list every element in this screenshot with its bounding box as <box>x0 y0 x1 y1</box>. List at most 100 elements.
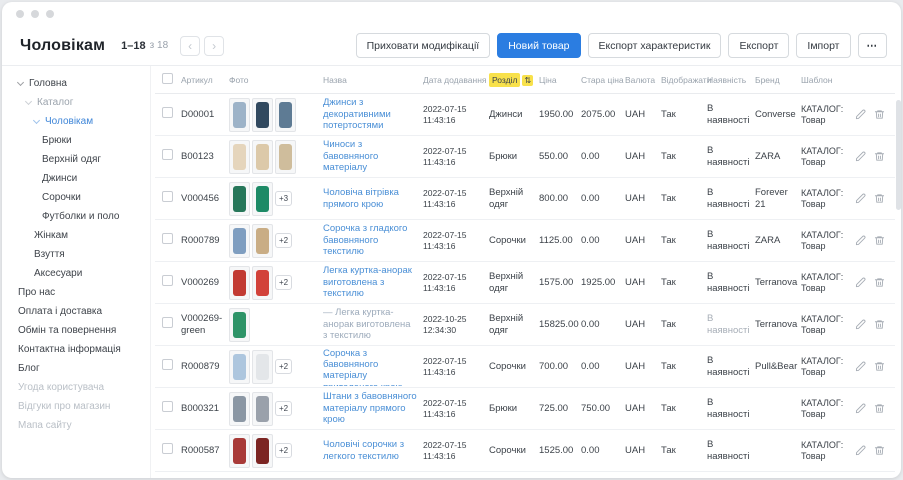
photo-thumbnail[interactable] <box>229 266 250 300</box>
sidebar-item-aksesuary[interactable]: Аксесуари <box>2 264 150 283</box>
more-photos-badge[interactable]: +3 <box>275 191 292 206</box>
photo-thumbnail[interactable] <box>229 182 250 216</box>
column-header-наявність[interactable]: Наявність <box>707 75 753 85</box>
delete-button[interactable] <box>874 277 885 288</box>
photo-thumbnail[interactable] <box>229 224 250 258</box>
sidebar-item-vzuttya[interactable]: Взуття <box>2 245 150 264</box>
sidebar-item-pro-nas[interactable]: Про нас <box>2 283 150 302</box>
column-header-фото[interactable]: Фото <box>229 75 321 85</box>
sidebar-item-zhinkam[interactable]: Жінкам <box>2 226 150 245</box>
import-button[interactable]: Імпорт <box>796 33 850 58</box>
photo-thumbnail[interactable] <box>275 98 296 132</box>
column-header-розділ[interactable]: Розділ⇅ <box>489 75 537 85</box>
select-all-checkbox[interactable] <box>162 73 173 84</box>
edit-button[interactable] <box>855 109 866 120</box>
photo-thumbnail[interactable] <box>252 434 273 468</box>
scrollbar[interactable] <box>896 100 901 210</box>
sidebar-item-vidguky-pro-magazyn[interactable]: Відгуки про магазин <box>2 397 150 416</box>
delete-button[interactable] <box>874 193 885 204</box>
edit-button[interactable] <box>855 403 866 414</box>
column-header-назва[interactable]: Назва <box>323 75 421 85</box>
new-product-button[interactable]: Новий товар <box>497 33 580 58</box>
column-header-валюта[interactable]: Валюта <box>625 75 659 85</box>
window-control-dot[interactable] <box>46 10 54 18</box>
product-name-link[interactable]: Штани з бавовняного матеріалу прямого кр… <box>323 391 421 425</box>
edit-button[interactable] <box>855 193 866 204</box>
sidebar-item-blog[interactable]: Блог <box>2 359 150 378</box>
delete-button[interactable] <box>874 109 885 120</box>
row-checkbox[interactable] <box>162 233 173 244</box>
photo-thumbnail[interactable] <box>252 224 273 258</box>
product-name-link[interactable]: Сорочка з гладкого бавовняного текстилю <box>323 223 421 257</box>
edit-button[interactable] <box>855 445 866 456</box>
column-header-стара-ціна[interactable]: Стара ціна <box>581 75 623 85</box>
next-page-button[interactable]: › <box>204 36 224 56</box>
product-name-link[interactable]: Легка куртка-анорак виготовлена з тексти… <box>323 265 421 299</box>
column-header-артикул[interactable]: Артикул <box>181 75 227 85</box>
sidebar-item-bryuky[interactable]: Брюки <box>2 131 150 150</box>
product-name-link[interactable]: Сорочка з бавовняного матеріалу притален… <box>323 348 421 386</box>
edit-button[interactable] <box>855 151 866 162</box>
export-characteristics-button[interactable]: Експорт характеристик <box>588 33 722 58</box>
product-name-link[interactable]: Чоловічі сорочки з легкого текстилю <box>323 439 421 462</box>
sidebar-item-oplata-i-dostavka[interactable]: Оплата і доставка <box>2 302 150 321</box>
more-photos-badge[interactable]: +2 <box>275 233 292 248</box>
sidebar-item-katalog[interactable]: Каталог <box>2 93 150 112</box>
sidebar-item-obmin-ta-povernennya[interactable]: Обмін та повернення <box>2 321 150 340</box>
photo-thumbnail[interactable] <box>229 392 250 426</box>
delete-button[interactable] <box>874 151 885 162</box>
photo-thumbnail[interactable] <box>275 140 296 174</box>
window-control-dot[interactable] <box>16 10 24 18</box>
window-control-dot[interactable] <box>31 10 39 18</box>
product-name-link[interactable]: Чиноси з бавовняного матеріалу <box>323 139 421 173</box>
hide-modifications-button[interactable]: Приховати модифікації <box>356 33 491 58</box>
photo-thumbnail[interactable] <box>252 350 273 384</box>
row-checkbox[interactable] <box>162 359 173 370</box>
sidebar-item-ugoda-korystuvacha[interactable]: Угода користувача <box>2 378 150 397</box>
row-checkbox[interactable] <box>162 401 173 412</box>
more-photos-badge[interactable]: +2 <box>275 359 292 374</box>
sidebar-item-dzhynsy[interactable]: Джинси <box>2 169 150 188</box>
photo-thumbnail[interactable] <box>229 350 250 384</box>
more-photos-badge[interactable]: +2 <box>275 275 292 290</box>
edit-button[interactable] <box>855 235 866 246</box>
column-header-бренд[interactable]: Бренд <box>755 75 799 85</box>
photo-thumbnail[interactable] <box>252 140 273 174</box>
row-checkbox[interactable] <box>162 107 173 118</box>
sidebar-item-mapa-saytu[interactable]: Мапа сайту <box>2 416 150 435</box>
more-photos-badge[interactable]: +2 <box>275 401 292 416</box>
delete-button[interactable] <box>874 445 885 456</box>
column-header-дата-додавання[interactable]: Дата додавання <box>423 75 487 85</box>
row-checkbox[interactable] <box>162 317 173 328</box>
export-button[interactable]: Експорт <box>728 33 789 58</box>
row-checkbox[interactable] <box>162 149 173 160</box>
delete-button[interactable] <box>874 403 885 414</box>
sidebar-item-verkhniy-odyag[interactable]: Верхній одяг <box>2 150 150 169</box>
sort-icon[interactable]: ⇅ <box>522 75 533 86</box>
edit-button[interactable] <box>855 319 866 330</box>
photo-thumbnail[interactable] <box>229 98 250 132</box>
edit-button[interactable] <box>855 277 866 288</box>
product-name-link[interactable]: Джинси з декоративними потертостями <box>323 97 421 131</box>
photo-thumbnail[interactable] <box>229 434 250 468</box>
photo-thumbnail[interactable] <box>252 392 273 426</box>
product-name-link[interactable]: — Легка куртка-анорак виготовлена з текс… <box>323 307 421 341</box>
sidebar-item-golovna[interactable]: Головна <box>2 74 150 93</box>
column-header-відображати[interactable]: Відображати <box>661 75 705 85</box>
photo-thumbnail[interactable] <box>252 266 273 300</box>
sidebar-item-cholovikam[interactable]: Чоловікам <box>2 112 150 131</box>
delete-button[interactable] <box>874 361 885 372</box>
photo-thumbnail[interactable] <box>252 98 273 132</box>
delete-button[interactable] <box>874 319 885 330</box>
photo-thumbnail[interactable] <box>252 182 273 216</box>
row-checkbox[interactable] <box>162 275 173 286</box>
column-header-ціна[interactable]: Ціна <box>539 75 579 85</box>
column-header-шаблон[interactable]: Шаблон <box>801 75 851 85</box>
photo-thumbnail[interactable] <box>229 140 250 174</box>
edit-button[interactable] <box>855 361 866 372</box>
more-button[interactable]: ⋯ <box>858 33 888 58</box>
prev-page-button[interactable]: ‹ <box>180 36 200 56</box>
row-checkbox[interactable] <box>162 191 173 202</box>
photo-thumbnail[interactable] <box>229 308 250 342</box>
delete-button[interactable] <box>874 235 885 246</box>
